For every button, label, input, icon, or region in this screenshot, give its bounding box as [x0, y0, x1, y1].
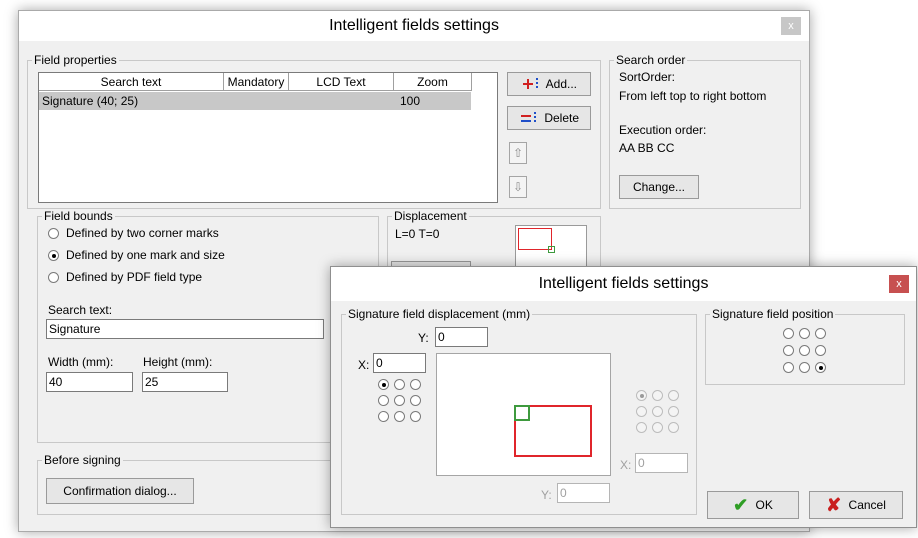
- width-label: Width (mm):: [48, 355, 114, 369]
- right-anchor-radio: [636, 406, 647, 417]
- ok-button-label: OK: [755, 498, 773, 512]
- y-input[interactable]: [435, 327, 488, 347]
- position-radio[interactable]: [799, 345, 810, 356]
- height-label: Height (mm):: [143, 355, 213, 369]
- position-radio[interactable]: [815, 328, 826, 339]
- checkmark-icon: ✔: [733, 494, 749, 515]
- bounds-option-two-marks-label[interactable]: Defined by two corner marks: [66, 226, 219, 240]
- delete-button[interactable]: Delete: [507, 106, 591, 130]
- search-order-legend: Search order: [616, 53, 686, 67]
- cancel-button[interactable]: ✘ Cancel: [809, 491, 903, 519]
- bounds-option-pdf-field-label[interactable]: Defined by PDF field type: [66, 270, 202, 284]
- signature-position-legend: Signature field position: [712, 307, 834, 321]
- right-anchor-radio: [636, 422, 647, 433]
- search-text-input[interactable]: [46, 319, 324, 339]
- before-signing-legend: Before signing: [44, 453, 121, 467]
- right-anchor-radio: [636, 390, 647, 401]
- bounds-option-one-mark-label[interactable]: Defined by one mark and size: [66, 248, 225, 262]
- displacement-legend: Displacement: [394, 209, 467, 223]
- sub-dialog: Intelligent fields settings x Signature …: [330, 266, 917, 528]
- ok-button[interactable]: ✔ OK: [707, 491, 799, 519]
- execution-order-value: AA BB CC: [619, 141, 675, 155]
- sort-order-value: From left top to right bottom: [619, 89, 767, 103]
- left-anchor-radio[interactable]: [394, 379, 405, 390]
- column-header-zoom[interactable]: Zoom: [394, 73, 472, 91]
- search-text-label: Search text:: [48, 303, 113, 317]
- position-radio[interactable]: [783, 362, 794, 373]
- y2-input: [557, 483, 610, 503]
- right-anchor-radio: [668, 422, 679, 433]
- left-anchor-radio[interactable]: [378, 379, 389, 390]
- bounds-option-one-mark-radio[interactable]: [48, 250, 59, 261]
- cancel-button-label: Cancel: [848, 498, 886, 512]
- right-anchor-radio: [652, 406, 663, 417]
- x2-input: [635, 453, 688, 473]
- change-button[interactable]: Change...: [619, 175, 699, 199]
- left-anchor-radio[interactable]: [378, 411, 389, 422]
- sub-close-button[interactable]: x: [889, 275, 909, 293]
- x-label: X:: [358, 358, 370, 372]
- sub-dialog-title: Intelligent fields settings: [331, 267, 916, 301]
- left-anchor-radio[interactable]: [410, 411, 421, 422]
- cell-zoom: 100: [400, 94, 421, 108]
- height-input[interactable]: [142, 372, 228, 392]
- x-input[interactable]: [373, 353, 426, 373]
- left-anchor-radio[interactable]: [378, 395, 389, 406]
- main-close-button[interactable]: x: [781, 17, 801, 35]
- field-properties-legend: Field properties: [34, 53, 117, 67]
- add-button[interactable]: Add...: [507, 72, 591, 96]
- execution-order-label: Execution order:: [619, 123, 707, 137]
- left-anchor-radio[interactable]: [410, 379, 421, 390]
- column-header-search-text[interactable]: Search text: [39, 73, 224, 91]
- column-header-lcd-text[interactable]: LCD Text: [289, 73, 394, 91]
- add-field-icon: [522, 78, 538, 91]
- confirmation-dialog-button[interactable]: Confirmation dialog...: [46, 478, 194, 504]
- x2-label: X:: [620, 458, 632, 472]
- cross-icon: ✘: [826, 494, 842, 515]
- field-bounds-legend: Field bounds: [44, 209, 113, 223]
- left-anchor-radio[interactable]: [394, 411, 405, 422]
- position-radio[interactable]: [815, 345, 826, 356]
- position-radio[interactable]: [799, 328, 810, 339]
- table-row[interactable]: Signature (40; 25) 100: [39, 92, 471, 110]
- right-anchor-radio: [668, 406, 679, 417]
- right-anchor-radio: [668, 390, 679, 401]
- anchor-mark: [514, 405, 530, 421]
- position-radio[interactable]: [783, 345, 794, 356]
- left-anchor-radio[interactable]: [394, 395, 405, 406]
- cell-search-text: Signature (40; 25): [42, 94, 139, 108]
- position-radio[interactable]: [815, 362, 826, 373]
- right-anchor-radio: [652, 422, 663, 433]
- column-header-mandatory[interactable]: Mandatory: [224, 73, 289, 91]
- sort-order-label: SortOrder:: [619, 70, 676, 84]
- left-anchor-radio[interactable]: [410, 395, 421, 406]
- bounds-option-pdf-field-radio[interactable]: [48, 272, 59, 283]
- move-down-button[interactable]: ⇩: [509, 176, 527, 198]
- position-radio[interactable]: [799, 362, 810, 373]
- right-anchor-radio: [652, 390, 663, 401]
- delete-field-icon: [520, 112, 536, 125]
- y-label: Y:: [418, 331, 429, 345]
- displacement-value: L=0 T=0: [395, 227, 440, 241]
- width-input[interactable]: [46, 372, 133, 392]
- main-dialog-title: Intelligent fields settings: [19, 11, 809, 41]
- move-up-button[interactable]: ⇧: [509, 142, 527, 164]
- y2-label: Y:: [541, 488, 552, 502]
- bounds-option-two-marks-radio[interactable]: [48, 228, 59, 239]
- position-radio[interactable]: [783, 328, 794, 339]
- delete-button-label: Delete: [544, 110, 580, 125]
- fields-table[interactable]: Search text Mandatory LCD Text Zoom Sign…: [38, 72, 498, 203]
- signature-displacement-legend: Signature field displacement (mm): [348, 307, 531, 321]
- add-button-label: Add...: [545, 76, 578, 91]
- displacement-preview-canvas: [436, 353, 611, 476]
